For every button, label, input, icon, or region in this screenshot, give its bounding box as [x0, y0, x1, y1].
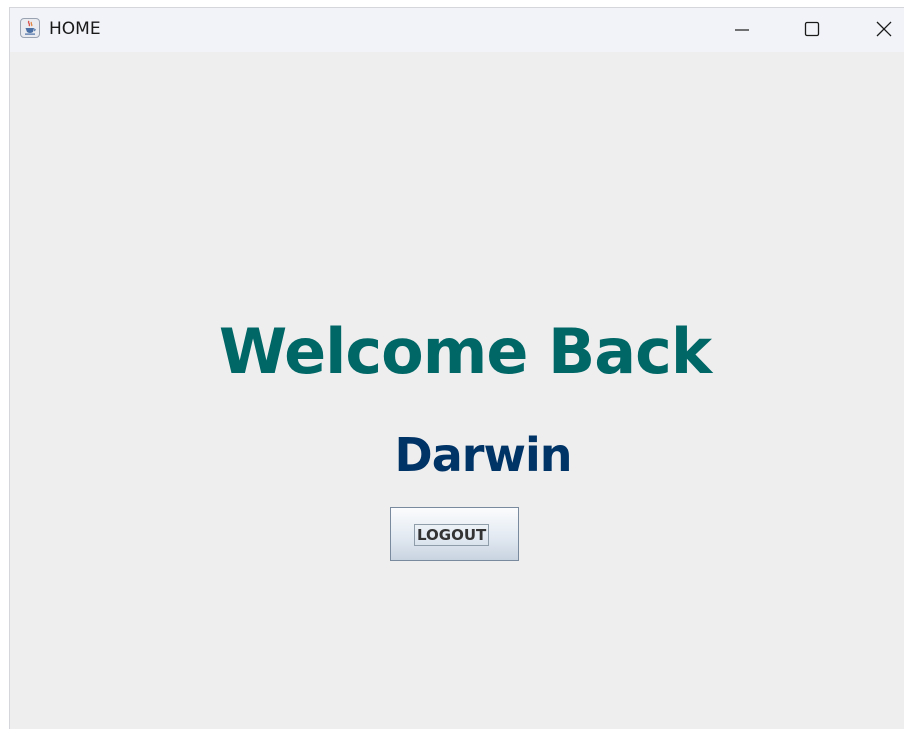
close-button[interactable] [849, 8, 904, 52]
title-bar[interactable]: HOME [10, 8, 904, 52]
logout-button[interactable]: LOGOUT [390, 507, 519, 561]
window-title: HOME [49, 19, 101, 39]
minimize-icon [735, 29, 749, 31]
maximize-button[interactable] [777, 8, 847, 52]
java-cup-icon [20, 18, 40, 38]
welcome-heading: Welcome Back [218, 315, 712, 388]
username-label: Darwin [394, 428, 573, 482]
close-icon [876, 21, 892, 37]
logout-button-label: LOGOUT [414, 524, 490, 546]
minimize-button[interactable] [707, 8, 777, 52]
maximize-icon [804, 21, 820, 37]
app-window: HOME Welcome Back Darwin LOGOUT [9, 7, 904, 729]
